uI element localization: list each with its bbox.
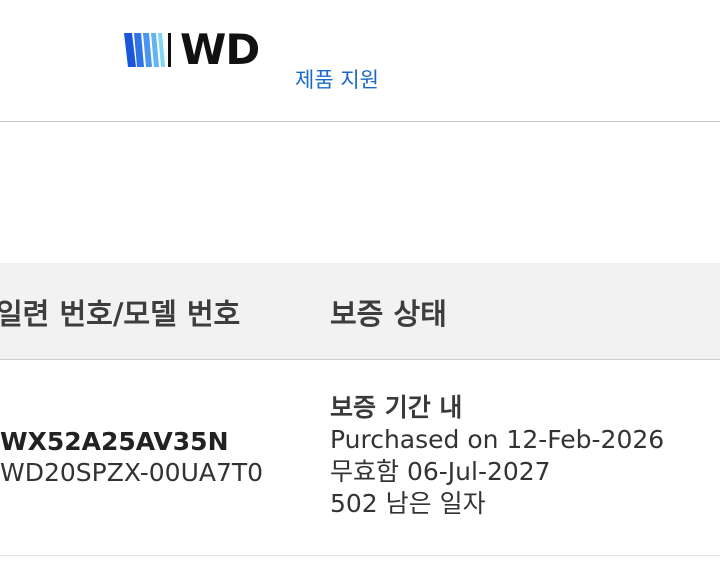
wd-logo[interactable]: WD (124, 25, 260, 74)
model-number: WD20SPZX-00UA7T0 (0, 458, 264, 487)
site-header: WD 제품 지원 (0, 0, 720, 122)
column-header-warranty-status: 보증 상태 (330, 297, 447, 331)
warranty-status-cell: 보증 기간 내 Purchased on 12-Feb-2026 무효함 06-… (330, 392, 664, 520)
serial-model-cell: WX52A25AV35N WD20SPZX-00UA7T0 (0, 426, 263, 488)
table-row: WX52A25AV35N WD20SPZX-00UA7T0 보증 기간 내 Pu… (0, 360, 720, 556)
days-remaining: 502 남은 일자 (330, 489, 486, 518)
column-header-serial: 일련 번호/모델 번호 (0, 297, 241, 331)
product-support-link[interactable]: 제품 지원 (295, 64, 379, 94)
expiry-date: 무효함 06-Jul-2027 (330, 457, 551, 486)
wd-logo-bars-icon (124, 33, 171, 67)
serial-number: WX52A25AV35N (0, 427, 229, 456)
purchase-date: Purchased on 12-Feb-2026 (330, 425, 665, 454)
logo-wordmark: WD (180, 25, 260, 74)
warranty-status-title: 보증 기간 내 (330, 393, 463, 422)
warranty-table-header: 일련 번호/모델 번호 보증 상태 (0, 263, 720, 360)
